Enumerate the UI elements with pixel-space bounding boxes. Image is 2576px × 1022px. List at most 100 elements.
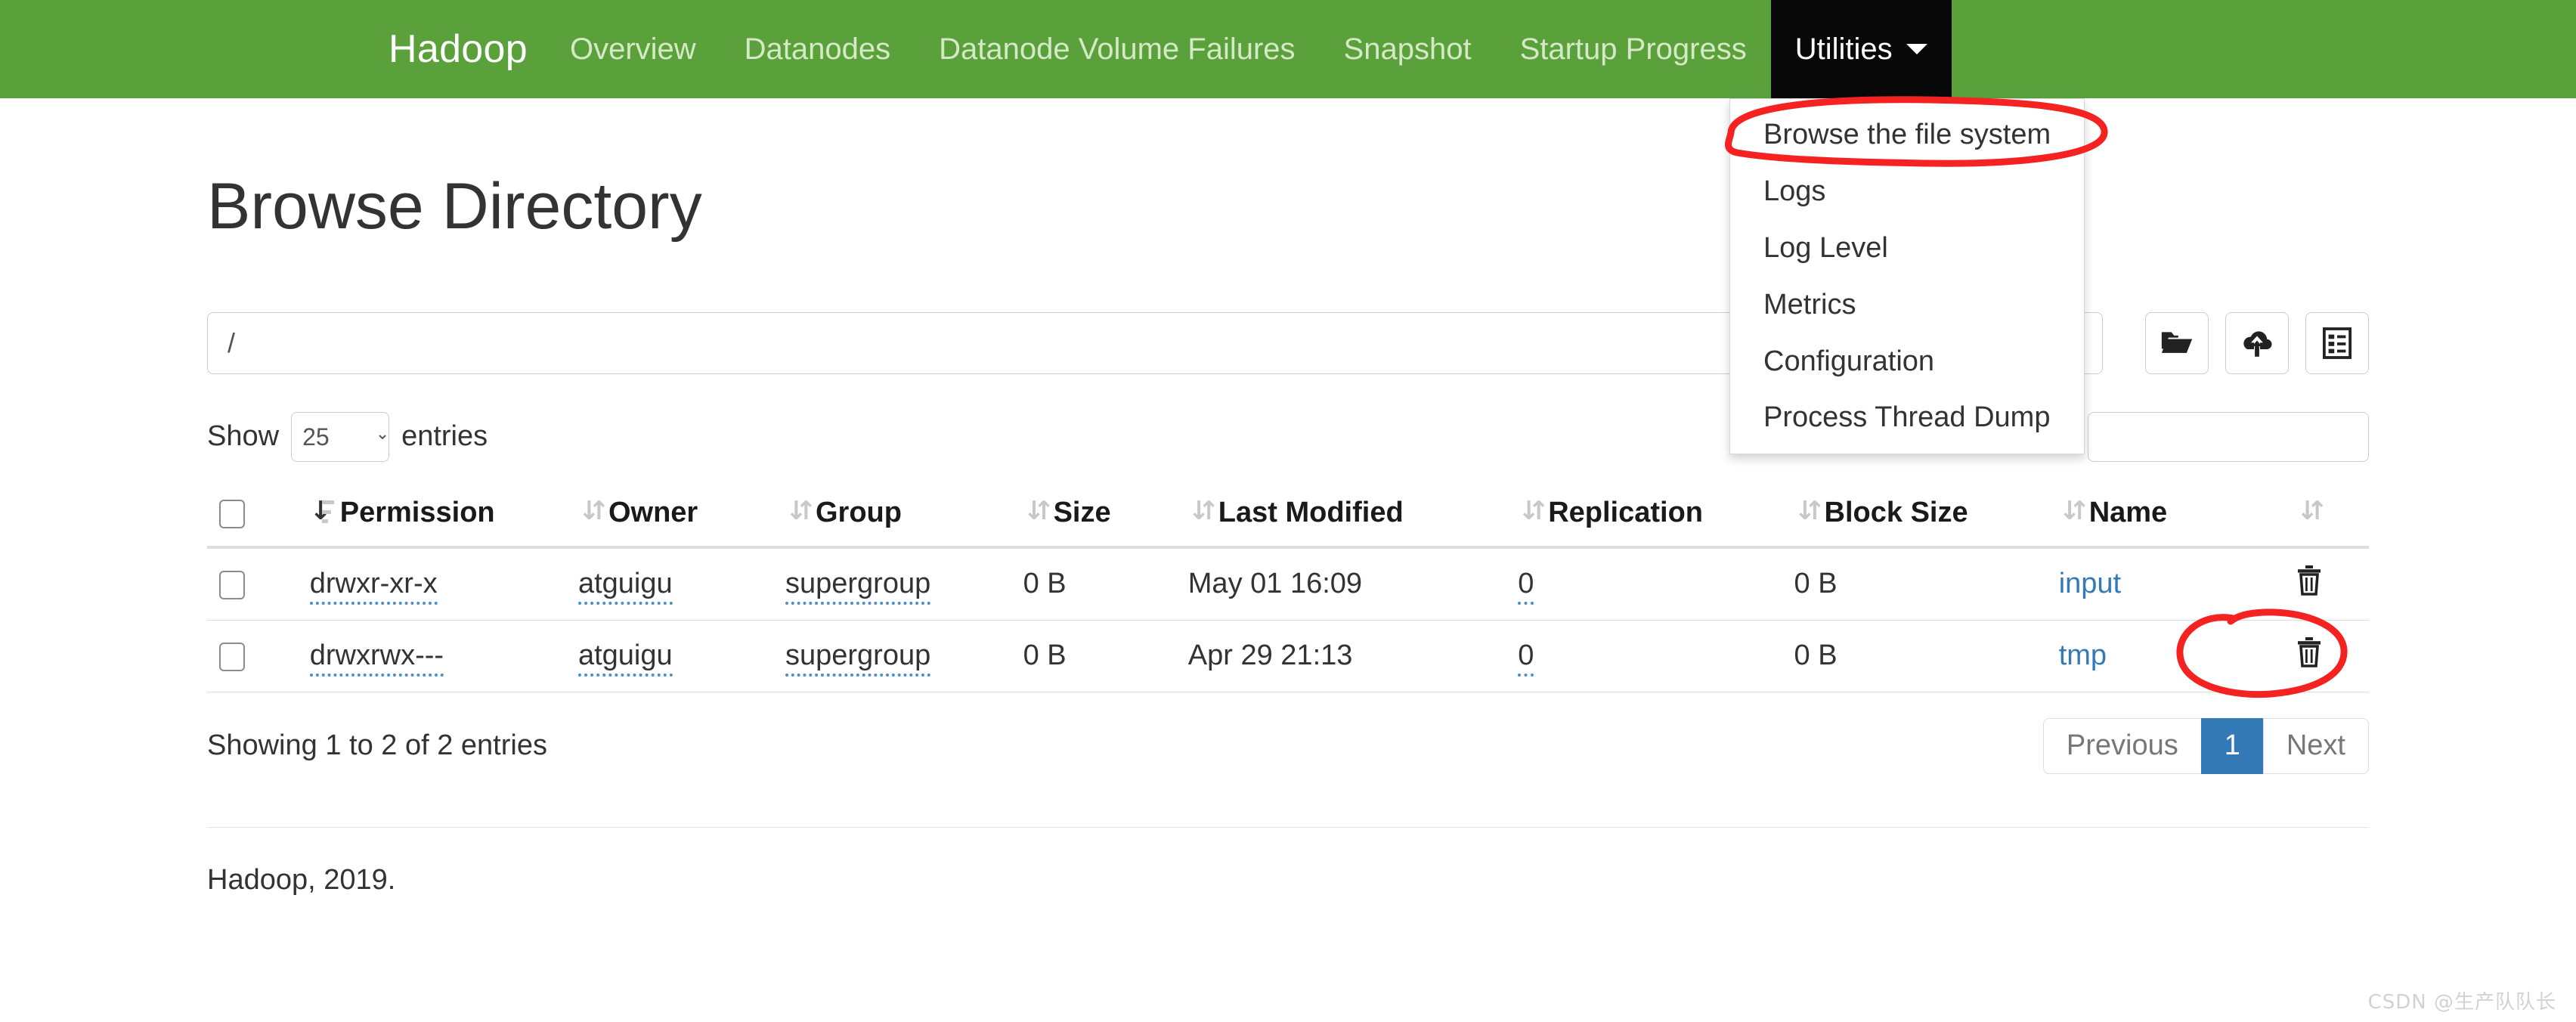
nav-item-datanode-volume-failures[interactable]: Datanode Volume Failures bbox=[915, 0, 1319, 98]
table-row: drwxr-xr-x atguigu supergroup 0 B May 01… bbox=[207, 547, 2369, 621]
column-label-permission: Permission bbox=[340, 497, 495, 529]
nav-label-startup-progress: Startup Progress bbox=[1520, 33, 1747, 67]
file-system-table: ↓ Permission ↓↑ Owner ↓↑ Group bbox=[207, 482, 2369, 692]
column-header-owner[interactable]: ↓↑ Owner bbox=[566, 482, 773, 547]
column-header-permission[interactable]: ↓ Permission bbox=[298, 482, 566, 547]
row-checkbox[interactable] bbox=[219, 571, 245, 599]
file-name-link[interactable]: input bbox=[2059, 568, 2121, 599]
replication-value[interactable]: 0 bbox=[1518, 640, 1534, 677]
row-select-cell[interactable] bbox=[207, 620, 298, 692]
nav-label-utilities: Utilities bbox=[1795, 33, 1893, 67]
footer-divider bbox=[207, 827, 2369, 828]
cell-name: tmp bbox=[2047, 620, 2285, 692]
sort-icon: ↓↑ bbox=[2296, 498, 2316, 527]
upload-files-button[interactable] bbox=[2225, 312, 2289, 374]
nav-label-snapshot: Snapshot bbox=[1344, 33, 1472, 67]
watermark: CSDN @生产队队长 bbox=[2368, 986, 2556, 1014]
page-length-control: Show 25 50 100 entries bbox=[207, 412, 488, 462]
sort-icon: ↓↑ bbox=[578, 498, 598, 527]
dropdown-item-logs[interactable]: Logs bbox=[1730, 163, 2084, 220]
sort-icon: ↓↑ bbox=[1188, 498, 1208, 527]
column-label-group: Group bbox=[816, 497, 902, 529]
show-label: Show bbox=[207, 420, 279, 453]
column-label-owner: Owner bbox=[608, 497, 698, 529]
replication-value[interactable]: 0 bbox=[1518, 568, 1534, 605]
table-row: drwxrwx--- atguigu supergroup 0 B Apr 29… bbox=[207, 620, 2369, 692]
select-all-checkbox[interactable] bbox=[219, 500, 245, 528]
sort-asc-icon: ↓ bbox=[310, 498, 330, 527]
pagination-next-button[interactable]: Next bbox=[2263, 718, 2369, 774]
column-label-last-modified: Last Modified bbox=[1218, 497, 1404, 529]
cell-group: supergroup bbox=[773, 547, 1011, 621]
page-length-select[interactable]: 25 50 100 bbox=[291, 412, 389, 462]
dropdown-item-metrics[interactable]: Metrics bbox=[1730, 277, 2084, 333]
permission-value[interactable]: drwxr-xr-x bbox=[310, 568, 438, 605]
table-footer-row: Showing 1 to 2 of 2 entries Previous 1 N… bbox=[207, 718, 2369, 774]
cell-actions bbox=[2284, 620, 2369, 692]
row-select-cell[interactable] bbox=[207, 547, 298, 621]
cell-size: 0 B bbox=[1011, 620, 1176, 692]
cell-permission: drwxrwx--- bbox=[298, 620, 566, 692]
delete-row-button[interactable] bbox=[2296, 637, 2322, 670]
owner-value[interactable]: atguigu bbox=[578, 568, 673, 605]
dropdown-item-configuration[interactable]: Configuration bbox=[1730, 333, 2084, 390]
utilities-dropdown-menu: Browse the file system Logs Log Level Me… bbox=[1729, 98, 2085, 454]
nav-label-datanodes: Datanodes bbox=[745, 33, 890, 67]
create-directory-button[interactable] bbox=[2145, 312, 2209, 374]
search-input[interactable] bbox=[2088, 412, 2369, 462]
nav-item-utilities[interactable]: Utilities bbox=[1771, 0, 1952, 98]
nav-item-datanodes[interactable]: Datanodes bbox=[720, 0, 915, 98]
folder-icon bbox=[2160, 329, 2194, 358]
trash-icon bbox=[2296, 637, 2322, 670]
cell-last-modified: May 01 16:09 bbox=[1176, 547, 1506, 621]
sort-icon: ↓↑ bbox=[2059, 498, 2079, 527]
sort-icon: ↓↑ bbox=[1518, 498, 1537, 527]
pagination-page-1-button[interactable]: 1 bbox=[2201, 718, 2263, 774]
cell-last-modified: Apr 29 21:13 bbox=[1176, 620, 1506, 692]
column-label-replication: Replication bbox=[1548, 497, 1703, 529]
cell-permission: drwxr-xr-x bbox=[298, 547, 566, 621]
column-header-size[interactable]: ↓↑ Size bbox=[1011, 482, 1176, 547]
column-label-block-size: Block Size bbox=[1825, 497, 1968, 529]
column-header-group[interactable]: ↓↑ Group bbox=[773, 482, 1011, 547]
column-header-select-all[interactable] bbox=[207, 482, 298, 547]
trash-icon bbox=[2296, 565, 2322, 598]
sort-icon: ↓↑ bbox=[785, 498, 805, 527]
column-label-size: Size bbox=[1054, 497, 1111, 529]
column-header-last-modified[interactable]: ↓↑ Last Modified bbox=[1176, 482, 1506, 547]
cell-size: 0 B bbox=[1011, 547, 1176, 621]
column-label-name: Name bbox=[2089, 497, 2168, 529]
nav-item-snapshot[interactable]: Snapshot bbox=[1320, 0, 1496, 98]
column-header-replication[interactable]: ↓↑ Replication bbox=[1506, 482, 1782, 547]
row-checkbox[interactable] bbox=[219, 643, 245, 671]
nav-label-datanode-volume-failures: Datanode Volume Failures bbox=[939, 33, 1295, 67]
owner-value[interactable]: atguigu bbox=[578, 640, 673, 677]
table-head: ↓ Permission ↓↑ Owner ↓↑ Group bbox=[207, 482, 2369, 547]
pagination-previous-button[interactable]: Previous bbox=[2043, 718, 2201, 774]
column-header-name[interactable]: ↓↑ Name bbox=[2047, 482, 2285, 547]
table-body: drwxr-xr-x atguigu supergroup 0 B May 01… bbox=[207, 547, 2369, 692]
cell-block-size: 0 B bbox=[1782, 620, 2047, 692]
cut-paste-button[interactable] bbox=[2305, 312, 2369, 374]
column-header-actions[interactable]: ↓↑ bbox=[2284, 482, 2369, 547]
cell-group: supergroup bbox=[773, 620, 1011, 692]
column-header-block-size[interactable]: ↓↑ Block Size bbox=[1782, 482, 2047, 547]
chevron-down-icon bbox=[1906, 44, 1927, 54]
table-header-row: ↓ Permission ↓↑ Owner ↓↑ Group bbox=[207, 482, 2369, 547]
dropdown-item-log-level[interactable]: Log Level bbox=[1730, 220, 2084, 277]
file-name-link[interactable]: tmp bbox=[2059, 640, 2107, 671]
cell-actions bbox=[2284, 547, 2369, 621]
dropdown-item-browse-the-file-system[interactable]: Browse the file system bbox=[1730, 107, 2084, 163]
sort-icon: ↓↑ bbox=[1794, 498, 1814, 527]
nav-item-overview[interactable]: Overview bbox=[546, 0, 720, 98]
clipboard-list-icon bbox=[2323, 327, 2352, 359]
navbar-brand[interactable]: Hadoop bbox=[370, 0, 546, 98]
dropdown-item-process-thread-dump[interactable]: Process Thread Dump bbox=[1730, 389, 2084, 446]
nav-item-startup-progress[interactable]: Startup Progress bbox=[1496, 0, 1771, 98]
delete-row-button[interactable] bbox=[2296, 565, 2322, 598]
permission-value[interactable]: drwxrwx--- bbox=[310, 640, 444, 677]
table-info: Showing 1 to 2 of 2 entries bbox=[207, 729, 547, 762]
cell-name: input bbox=[2047, 547, 2285, 621]
group-value[interactable]: supergroup bbox=[785, 640, 930, 677]
group-value[interactable]: supergroup bbox=[785, 568, 930, 605]
